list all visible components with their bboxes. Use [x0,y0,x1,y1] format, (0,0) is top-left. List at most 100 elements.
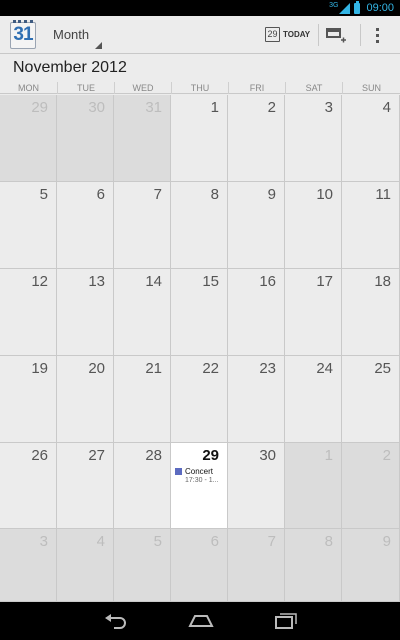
day-number: 10 [316,186,333,203]
day-number: 5 [39,186,48,203]
day-name-wed: WED [114,82,171,94]
action-bar: 31 Month 29 TODAY [0,16,400,54]
day-number: 1 [210,99,219,116]
day-cell[interactable]: 4 [342,95,400,182]
event-color-swatch [175,468,182,475]
day-cell[interactable]: 15 [171,269,228,356]
recent-apps-button[interactable] [256,602,316,640]
day-cell[interactable]: 2 [342,443,400,529]
day-name-tue: TUE [57,82,114,94]
day-name-mon: MON [18,83,39,93]
navigation-bar [0,602,400,640]
day-cell-today[interactable]: 29 Concert 17:30 - 1... [171,443,228,529]
day-cell[interactable]: 27 [57,443,114,529]
day-cell[interactable]: 14 [114,269,171,356]
day-number: 28 [145,447,162,464]
day-number: 29 [31,99,48,116]
day-cell[interactable]: 3 [285,95,342,182]
day-cell[interactable]: 30 [228,443,285,529]
battery-icon [354,0,361,14]
home-button[interactable] [170,602,230,640]
day-names-row: MON TUE WED THU FRI SAT SUN [0,82,400,94]
day-cell[interactable]: 5 [114,529,171,602]
day-number: 7 [153,186,162,203]
day-number: 8 [210,186,219,203]
day-cell[interactable]: 7 [114,182,171,269]
day-cell[interactable]: 11 [342,182,400,269]
status-icons: 3G 09:00 [329,0,394,16]
day-cell[interactable]: 28 [114,443,171,529]
day-cell[interactable]: 24 [285,356,342,443]
day-number: 19 [31,360,48,377]
view-mode-label: Month [53,27,90,42]
day-number: 12 [31,273,48,290]
view-mode-dropdown[interactable]: Month [53,16,105,54]
day-number: 11 [375,186,391,203]
day-cell[interactable]: 16 [228,269,285,356]
day-number: 24 [316,360,333,377]
day-number: 2 [267,99,276,116]
day-cell[interactable]: 9 [228,182,285,269]
day-cell[interactable]: 2 [228,95,285,182]
day-cell[interactable]: 21 [114,356,171,443]
day-number: 17 [316,273,333,290]
day-cell[interactable]: 1 [171,95,228,182]
day-cell[interactable]: 3 [0,529,57,602]
day-number: 14 [145,273,162,290]
day-cell[interactable]: 1 [285,443,342,529]
day-number: 8 [324,533,333,550]
day-cell[interactable]: 5 [0,182,57,269]
day-cell[interactable]: 19 [0,356,57,443]
day-number: 18 [374,273,391,290]
day-cell[interactable]: 9 [342,529,400,602]
day-number: 27 [88,447,105,464]
today-label: TODAY [283,30,311,39]
overflow-menu-button[interactable] [370,16,388,54]
recent-apps-icon [275,613,297,629]
day-cell[interactable]: 6 [171,529,228,602]
day-cell[interactable]: 23 [228,356,285,443]
event-time: 17:30 - 1... [185,477,219,484]
day-number: 6 [96,186,105,203]
app-icon-day: 31 [13,24,33,45]
day-number: 3 [324,99,333,116]
day-number: 9 [382,533,391,550]
day-cell[interactable]: 8 [171,182,228,269]
day-cell[interactable]: 22 [171,356,228,443]
day-number: 4 [96,533,105,550]
day-number: 4 [382,99,391,116]
day-cell[interactable]: 10 [285,182,342,269]
calendar-today-icon: 29 [265,27,280,42]
day-cell[interactable]: 31 [114,95,171,182]
day-cell[interactable]: 13 [57,269,114,356]
day-cell[interactable]: 20 [57,356,114,443]
action-divider [318,24,319,46]
day-number: 21 [145,360,162,377]
day-number: 7 [267,533,276,550]
day-cell[interactable]: 25 [342,356,400,443]
day-cell[interactable]: 29 [0,95,57,182]
day-cell[interactable]: 6 [57,182,114,269]
day-number: 26 [31,447,48,464]
day-number: 1 [324,447,333,464]
day-cell[interactable]: 12 [0,269,57,356]
home-icon [188,615,214,627]
day-name-sat: SAT [285,82,342,94]
day-number: 9 [267,186,276,203]
new-event-button[interactable] [322,16,356,54]
day-cell[interactable]: 4 [57,529,114,602]
day-cell[interactable]: 7 [228,529,285,602]
back-button[interactable] [86,602,146,640]
day-cell[interactable]: 18 [342,269,400,356]
new-event-icon [326,28,346,43]
status-bar: 3G 09:00 [0,0,400,16]
overflow-dot [376,40,379,43]
day-cell[interactable]: 17 [285,269,342,356]
day-cell[interactable]: 30 [57,95,114,182]
day-cell[interactable]: 26 [0,443,57,529]
chevron-down-icon [95,42,102,49]
calendar-app-icon[interactable]: 31 [10,20,38,50]
today-button[interactable]: 29 TODAY [262,16,314,54]
day-number: 5 [153,533,162,550]
day-cell[interactable]: 8 [285,529,342,602]
